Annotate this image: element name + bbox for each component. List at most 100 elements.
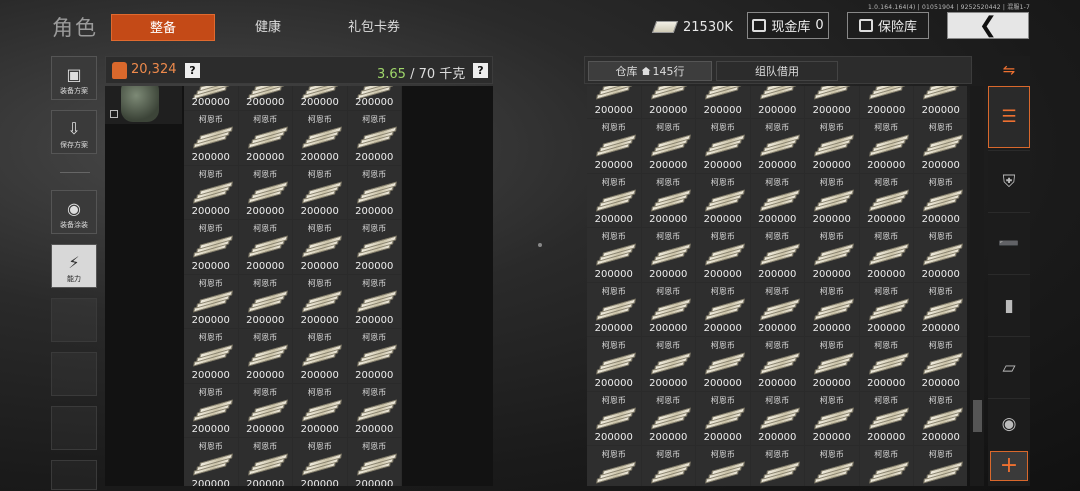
- koen-coin-item[interactable]: 柯恩币200000: [750, 173, 804, 227]
- koen-coin-item[interactable]: 柯恩币200000: [750, 228, 804, 282]
- filter-armor-button[interactable]: ⛨: [988, 150, 1030, 212]
- koen-coin-item[interactable]: 柯恩币200000: [347, 111, 401, 165]
- koen-coin-item[interactable]: 柯恩币200000: [696, 119, 750, 173]
- koen-coin-item[interactable]: 柯恩币200000: [238, 165, 292, 219]
- koen-coin-item[interactable]: 200000: [347, 86, 401, 110]
- koen-coin-item[interactable]: 柯恩币200000: [805, 282, 859, 336]
- koen-coin-item[interactable]: 柯恩币200000: [696, 446, 750, 486]
- koen-coin-item[interactable]: 200000: [293, 86, 347, 110]
- koen-coin-item[interactable]: 200000: [859, 86, 913, 118]
- koen-coin-item[interactable]: 200000: [914, 86, 967, 118]
- koen-coin-item[interactable]: 柯恩币200000: [859, 282, 913, 336]
- koen-coin-item[interactable]: 柯恩币200000: [184, 220, 238, 274]
- koen-coin-item[interactable]: 柯恩币200000: [805, 119, 859, 173]
- money-help-button[interactable]: ?: [185, 63, 200, 78]
- koen-coin-item[interactable]: 柯恩币200000: [587, 228, 641, 282]
- koen-coin-item[interactable]: 柯恩币200000: [641, 446, 695, 486]
- vest-slot[interactable]: [105, 86, 182, 124]
- filter-weapon-button[interactable]: ➖: [988, 212, 1030, 274]
- koen-coin-item[interactable]: 柯恩币200000: [805, 337, 859, 391]
- koen-coin-item[interactable]: 柯恩币200000: [805, 173, 859, 227]
- loadout-plan-button[interactable]: ▣ 装备方案: [51, 56, 97, 100]
- koen-coin-item[interactable]: 柯恩币200000: [914, 282, 967, 336]
- koen-coin-item[interactable]: 柯恩币200000: [587, 173, 641, 227]
- filter-magazine-button[interactable]: ▮: [988, 274, 1030, 336]
- koen-coin-item[interactable]: 柯恩币200000: [587, 337, 641, 391]
- add-button[interactable]: +: [990, 451, 1028, 481]
- koen-coin-item[interactable]: 柯恩币200000: [641, 119, 695, 173]
- koen-coin-item[interactable]: 200000: [587, 86, 641, 118]
- koen-coin-item[interactable]: 柯恩币200000: [696, 337, 750, 391]
- filter-consumable-button[interactable]: ▱: [988, 336, 1030, 398]
- koen-coin-item[interactable]: 200000: [641, 86, 695, 118]
- koen-coin-item[interactable]: 柯恩币200000: [184, 329, 238, 383]
- tab-team-borrow[interactable]: 组队借用: [716, 61, 838, 81]
- koen-coin-item[interactable]: 柯恩币200000: [347, 165, 401, 219]
- koen-coin-item[interactable]: 柯恩币200000: [859, 119, 913, 173]
- filter-all-button[interactable]: ☰: [988, 86, 1030, 148]
- weight-help-button[interactable]: ?: [473, 63, 488, 78]
- koen-coin-item[interactable]: 柯恩币200000: [805, 446, 859, 486]
- tab-health[interactable]: 健康: [222, 14, 314, 41]
- koen-coin-item[interactable]: 柯恩币200000: [347, 220, 401, 274]
- koen-coin-item[interactable]: 柯恩币200000: [587, 446, 641, 486]
- koen-coin-item[interactable]: 柯恩币200000: [184, 438, 238, 486]
- koen-coin-item[interactable]: 柯恩币200000: [238, 438, 292, 486]
- koen-coin-item[interactable]: 柯恩币200000: [238, 383, 292, 437]
- koen-coin-item[interactable]: 柯恩币200000: [184, 383, 238, 437]
- koen-coin-item[interactable]: 柯恩币200000: [184, 165, 238, 219]
- koen-coin-item[interactable]: 200000: [696, 86, 750, 118]
- safe-button[interactable]: 保险库: [847, 12, 929, 39]
- koen-coin-item[interactable]: 柯恩币200000: [587, 119, 641, 173]
- koen-coin-item[interactable]: 柯恩币200000: [859, 391, 913, 445]
- koen-coin-item[interactable]: 柯恩币200000: [641, 391, 695, 445]
- koen-coin-item[interactable]: 柯恩币200000: [805, 228, 859, 282]
- storage-scrollbar[interactable]: [970, 86, 984, 486]
- koen-coin-item[interactable]: 柯恩币200000: [696, 282, 750, 336]
- koen-coin-item[interactable]: 柯恩币200000: [859, 173, 913, 227]
- koen-coin-item[interactable]: 柯恩币200000: [750, 337, 804, 391]
- koen-coin-item[interactable]: 柯恩币200000: [859, 228, 913, 282]
- koen-coin-item[interactable]: 柯恩币200000: [641, 337, 695, 391]
- koen-coin-item[interactable]: 柯恩币200000: [914, 391, 967, 445]
- koen-coin-item[interactable]: 柯恩币200000: [347, 438, 401, 486]
- koen-coin-item[interactable]: 柯恩币200000: [587, 391, 641, 445]
- koen-coin-item[interactable]: 柯恩币200000: [347, 383, 401, 437]
- koen-coin-item[interactable]: 200000: [184, 86, 238, 110]
- koen-coin-item[interactable]: 柯恩币200000: [696, 391, 750, 445]
- tab-storage[interactable]: 仓库 145行: [588, 61, 712, 81]
- koen-coin-item[interactable]: 柯恩币200000: [238, 274, 292, 328]
- koen-coin-item[interactable]: 柯恩币200000: [750, 391, 804, 445]
- koen-coin-item[interactable]: 柯恩币200000: [184, 111, 238, 165]
- koen-coin-item[interactable]: 柯恩币200000: [293, 438, 347, 486]
- koen-coin-item[interactable]: 柯恩币200000: [914, 337, 967, 391]
- koen-coin-item[interactable]: 柯恩币200000: [805, 391, 859, 445]
- koen-coin-item[interactable]: 柯恩币200000: [914, 228, 967, 282]
- filter-helmet-button[interactable]: ◉: [988, 398, 1030, 448]
- koen-coin-item[interactable]: 柯恩币200000: [293, 383, 347, 437]
- scroll-thumb[interactable]: [973, 400, 982, 432]
- koen-coin-item[interactable]: 柯恩币200000: [347, 274, 401, 328]
- koen-coin-item[interactable]: 柯恩币200000: [641, 173, 695, 227]
- cash-vault-button[interactable]: 现金库 0: [747, 12, 829, 39]
- back-button[interactable]: ❮: [947, 12, 1029, 39]
- koen-coin-item[interactable]: 柯恩币200000: [696, 228, 750, 282]
- koen-coin-item[interactable]: 柯恩币200000: [750, 282, 804, 336]
- koen-coin-item[interactable]: 柯恩币200000: [184, 274, 238, 328]
- koen-coin-item[interactable]: 200000: [805, 86, 859, 118]
- save-plan-button[interactable]: ⇩ 保存方案: [51, 110, 97, 154]
- koen-coin-item[interactable]: 柯恩币200000: [641, 228, 695, 282]
- koen-coin-item[interactable]: 柯恩币200000: [859, 446, 913, 486]
- koen-coin-item[interactable]: 柯恩币200000: [347, 329, 401, 383]
- koen-coin-item[interactable]: 柯恩币200000: [238, 111, 292, 165]
- koen-coin-item[interactable]: 柯恩币200000: [641, 282, 695, 336]
- koen-coin-item[interactable]: 柯恩币200000: [696, 173, 750, 227]
- koen-coin-item[interactable]: 柯恩币200000: [238, 220, 292, 274]
- koen-coin-item[interactable]: 柯恩币200000: [293, 220, 347, 274]
- koen-coin-item[interactable]: 柯恩币200000: [914, 173, 967, 227]
- koen-coin-item[interactable]: 柯恩币200000: [293, 329, 347, 383]
- koen-coin-item[interactable]: 柯恩币200000: [293, 274, 347, 328]
- koen-coin-item[interactable]: 柯恩币200000: [914, 446, 967, 486]
- koen-coin-item[interactable]: 200000: [238, 86, 292, 110]
- layers-swap-icon[interactable]: ⇋: [988, 56, 1030, 84]
